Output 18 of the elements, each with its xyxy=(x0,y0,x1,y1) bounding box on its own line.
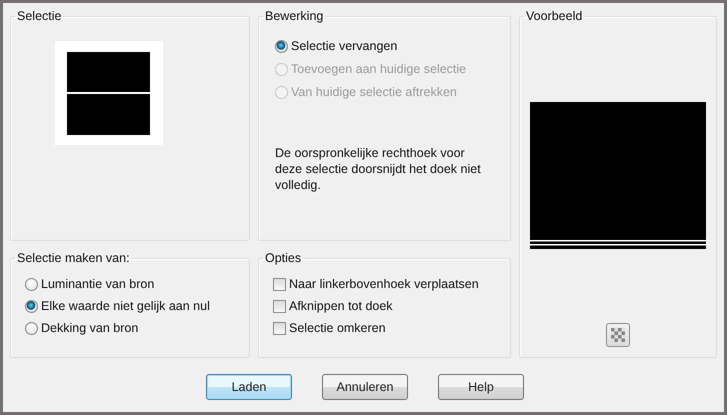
group-title: Opties xyxy=(264,251,302,265)
group-title: Selectie maken van: xyxy=(16,251,131,265)
dialog-button[interactable]: Help xyxy=(438,374,524,400)
checkbox-option[interactable]: Afknippen tot doek xyxy=(273,299,393,313)
radio-option[interactable]: Dekking van bron xyxy=(25,321,138,335)
checkbox-option[interactable]: Selectie omkeren xyxy=(273,321,386,335)
radio-option[interactable]: Selectie vervangen xyxy=(275,39,398,53)
group-title: Bewerking xyxy=(264,9,324,23)
radio-option[interactable]: Luminantie van bron xyxy=(25,277,154,291)
checkbox-option[interactable]: Naar linkerbovenhoek verplaatsen xyxy=(273,277,479,291)
group-title: Selectie xyxy=(16,9,62,23)
dialog-button[interactable]: Laden xyxy=(206,374,292,400)
group-title: Voorbeeld xyxy=(525,9,584,23)
info-message: De oorspronkelijke rechthoek voor deze selectie doorsnijdt het doek niet volledig. xyxy=(275,145,482,193)
radio-option[interactable]: Elke waarde niet gelijk aan nul xyxy=(25,299,210,313)
checkerboard-icon xyxy=(611,328,625,342)
transparency-toggle-button[interactable] xyxy=(606,323,630,347)
dialog-button[interactable]: Annuleren xyxy=(322,374,408,400)
